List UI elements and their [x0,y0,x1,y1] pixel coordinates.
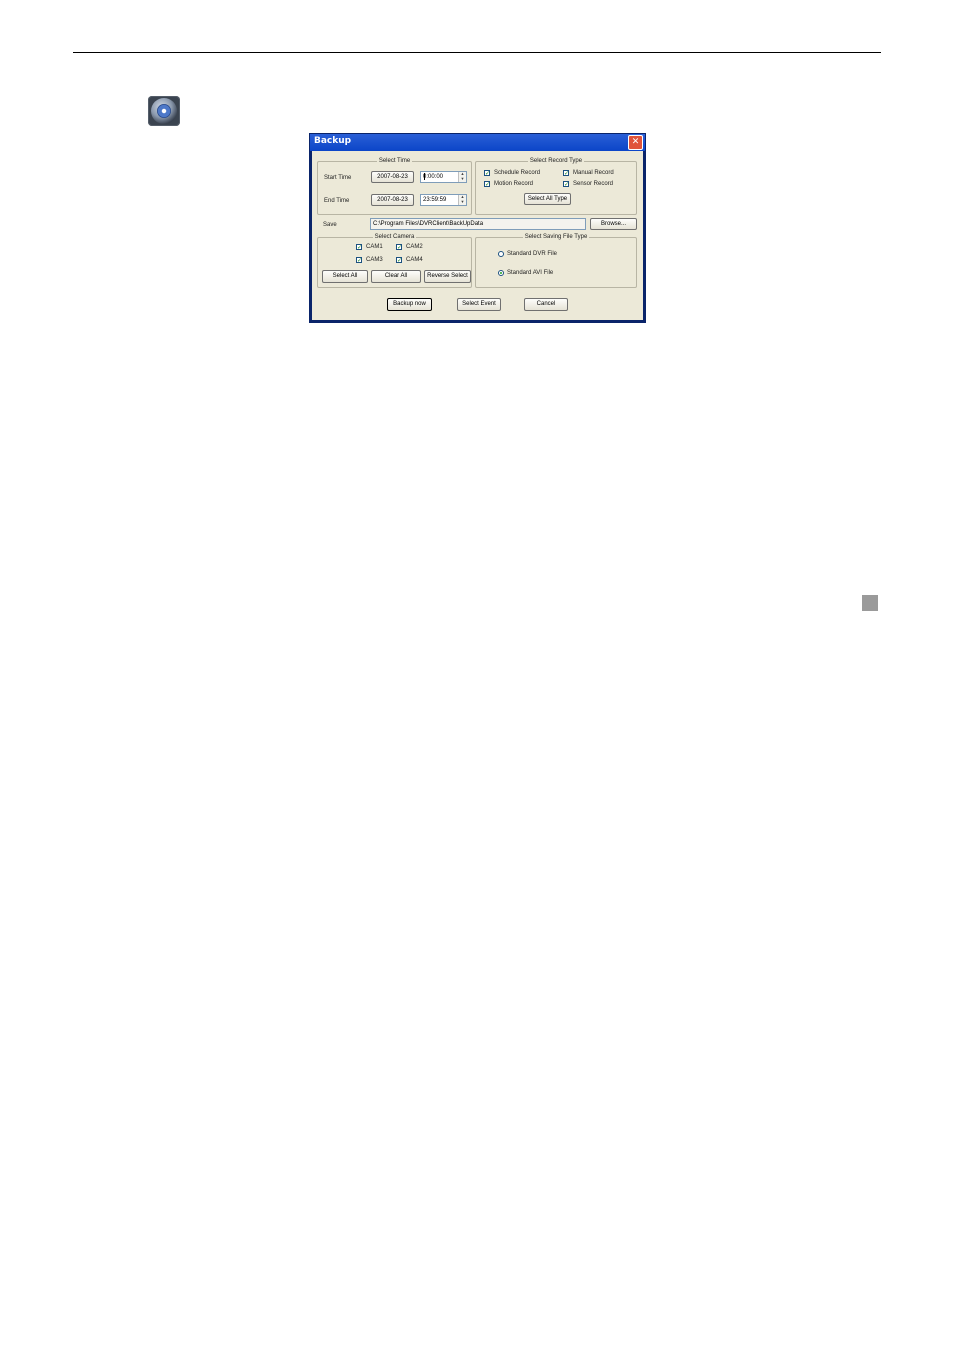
start-time-label: Start Time [324,175,352,181]
manual-record-label: Manual Record [573,170,614,176]
avi-file-label: Standard AVI File [507,270,554,276]
select-camera-legend: Select Camera [372,234,417,240]
end-time-value: 23:59:59 [423,197,447,203]
file-type-legend: Select Saving File Type [522,234,590,240]
cam2-label: CAM2 [406,244,423,250]
sensor-record-label: Sensor Record [573,181,614,187]
page-marker [862,595,878,611]
save-path-field[interactable]: C:\Program Files\DVRClient\BackUpData [370,218,586,230]
select-time-group: Select Time Start Time 2007-08-23 0:00:0… [317,158,472,215]
schedule-record-checkbox[interactable]: ✓ [484,170,490,177]
end-time-field[interactable]: 23:59:59 ▲ ▼ [420,194,467,206]
dvr-file-label: Standard DVR File [507,251,558,257]
record-type-group: Select Record Type ✓ Schedule Record ✓ M… [475,158,637,215]
motion-record-checkbox[interactable]: ✓ [484,181,490,188]
backup-now-button[interactable]: Backup now [387,298,432,311]
start-time-value: 0:00:00 [423,174,444,180]
cam4-checkbox[interactable]: ✓ [396,257,402,264]
dialog-body: Select Time Start Time 2007-08-23 0:00:0… [312,151,643,320]
backup-dialog: Backup ✕ Select Time Start Time 2007-08-… [309,133,646,323]
save-label: Save [323,222,337,228]
end-time-label: End Time [324,198,350,204]
reverse-select-button[interactable]: Reverse Select [424,270,471,283]
record-type-legend: Select Record Type [527,158,585,164]
close-icon[interactable]: ✕ [628,135,643,150]
end-date-button[interactable]: 2007-08-23 [371,194,414,206]
backup-app-icon[interactable] [148,96,180,126]
manual-record-checkbox[interactable]: ✓ [563,170,569,177]
cam3-label: CAM3 [366,257,383,263]
cam2-checkbox[interactable]: ✓ [396,244,402,251]
dvr-file-radio[interactable] [498,251,504,257]
end-time-spinner[interactable]: ▲ ▼ [458,195,466,205]
select-all-type-button[interactable]: Select All Type [524,193,571,205]
motion-record-label: Motion Record [494,181,534,187]
select-camera-group: Select Camera ✓ CAM1 ✓ CAM2 ✓ CAM3 ✓ CAM… [317,234,472,288]
sensor-record-checkbox[interactable]: ✓ [563,181,569,188]
cam4-label: CAM4 [406,257,423,263]
select-time-legend: Select Time [376,158,413,164]
cancel-button[interactable]: Cancel [524,298,568,311]
select-all-button[interactable]: Select All [322,270,368,283]
spin-down-icon[interactable]: ▼ [459,200,466,205]
avi-file-radio[interactable] [498,270,504,276]
file-type-group: Select Saving File Type Standard DVR Fil… [475,234,637,288]
cam1-label: CAM1 [366,244,383,250]
select-event-button[interactable]: Select Event [457,298,501,311]
header-rule [73,52,881,53]
cam1-checkbox[interactable]: ✓ [356,244,362,251]
disc-icon [157,104,171,118]
browse-button[interactable]: Browse... [590,218,637,230]
dialog-title: Backup [314,136,352,146]
dialog-titlebar[interactable]: Backup ✕ [310,134,645,151]
cam3-checkbox[interactable]: ✓ [356,257,362,264]
spin-down-icon[interactable]: ▼ [459,177,466,182]
text-caret [424,173,425,180]
clear-all-button[interactable]: Clear All [371,270,421,283]
start-time-field[interactable]: 0:00:00 ▲ ▼ [420,171,467,183]
schedule-record-label: Schedule Record [494,170,541,176]
start-date-button[interactable]: 2007-08-23 [371,171,414,183]
start-time-spinner[interactable]: ▲ ▼ [458,172,466,182]
